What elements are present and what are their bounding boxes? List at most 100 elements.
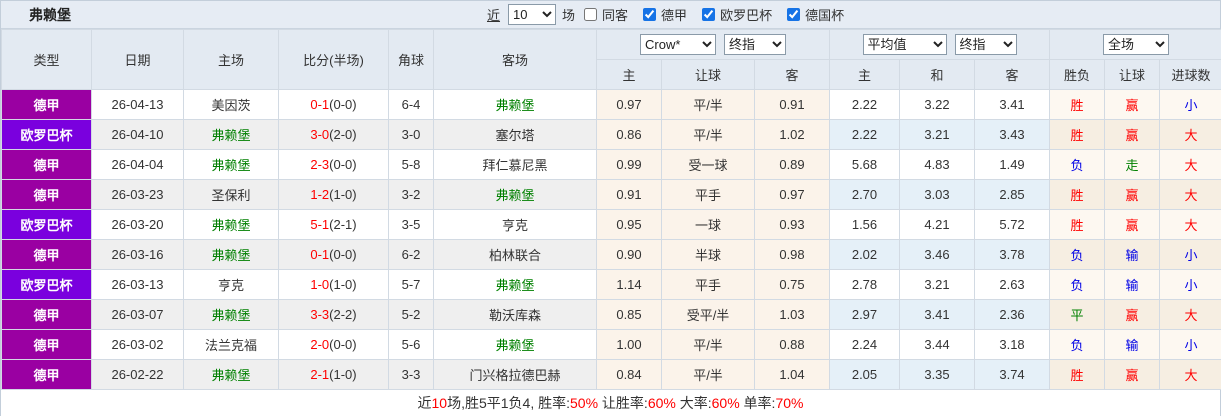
home-team-link[interactable]: 弗赖堡 <box>184 240 279 270</box>
match-date: 26-03-02 <box>92 330 184 360</box>
result-goals: 大 <box>1160 180 1221 210</box>
table-row: 德甲 26-04-13 美因茨 0-1(0-0) 6-4 弗赖堡 0.97 平/… <box>2 90 1221 120</box>
col-header-home: 主场 <box>184 30 279 90</box>
home-team-link[interactable]: 弗赖堡 <box>184 360 279 390</box>
league-badge: 欧罗巴杯 <box>2 210 92 240</box>
table-row: 德甲 26-03-02 法兰克福 2-0(0-0) 5-6 弗赖堡 1.00 平… <box>2 330 1221 360</box>
fulltime-score: 2-0 <box>310 337 329 352</box>
col-header-avg-away: 客 <box>975 60 1050 90</box>
halftime-score: (2-0) <box>329 127 356 142</box>
away-team-link[interactable]: 弗赖堡 <box>434 330 597 360</box>
avg-source-select[interactable]: 平均值 <box>863 34 947 55</box>
odds-group-header: Crow* 终指 <box>597 30 830 60</box>
fulltime-score: 5-1 <box>310 217 329 232</box>
away-team-link[interactable]: 亨克 <box>434 210 597 240</box>
fulltime-score: 2-3 <box>310 157 329 172</box>
odds-home-value: 1.14 <box>597 270 662 300</box>
table-row: 欧罗巴杯 26-03-13 亨克 1-0(1-0) 5-7 弗赖堡 1.14 平… <box>2 270 1221 300</box>
odds-home-value: 0.99 <box>597 150 662 180</box>
result-goals: 小 <box>1160 330 1221 360</box>
avg-home-odds: 2.02 <box>830 240 900 270</box>
away-team-link[interactable]: 塞尔塔 <box>434 120 597 150</box>
match-date: 26-03-23 <box>92 180 184 210</box>
halftime-score: (2-1) <box>329 217 356 232</box>
league-filter-europa-checkbox[interactable] <box>702 8 715 21</box>
away-team-link[interactable]: 弗赖堡 <box>434 180 597 210</box>
table-row: 德甲 26-03-16 弗赖堡 0-1(0-0) 6-2 柏林联合 0.90 半… <box>2 240 1221 270</box>
score-cell: 1-0(1-0) <box>279 270 389 300</box>
result-goals: 大 <box>1160 120 1221 150</box>
avg-away-odds: 3.78 <box>975 240 1050 270</box>
league-filter-dfb-pokal-checkbox[interactable] <box>787 8 800 21</box>
result-wdl: 胜 <box>1050 90 1105 120</box>
home-team-link[interactable]: 弗赖堡 <box>184 210 279 240</box>
score-cell: 0-1(0-0) <box>279 90 389 120</box>
odd-rate-label: 单率: <box>740 395 776 411</box>
odds-home-value: 0.86 <box>597 120 662 150</box>
home-team-link[interactable]: 弗赖堡 <box>184 120 279 150</box>
score-cell: 2-3(0-0) <box>279 150 389 180</box>
score-cell: 3-0(2-0) <box>279 120 389 150</box>
result-wdl: 平 <box>1050 300 1105 330</box>
col-header-goals: 进球数 <box>1160 60 1221 90</box>
league-badge: 欧罗巴杯 <box>2 270 92 300</box>
result-wdl: 负 <box>1050 270 1105 300</box>
odds-home-value: 0.85 <box>597 300 662 330</box>
home-team-link[interactable]: 美因茨 <box>184 90 279 120</box>
home-team-link[interactable]: 圣保利 <box>184 180 279 210</box>
away-team-link[interactable]: 柏林联合 <box>434 240 597 270</box>
away-team-link[interactable]: 弗赖堡 <box>434 90 597 120</box>
halftime-score: (0-0) <box>329 337 356 352</box>
scope-select[interactable]: 全场 <box>1103 34 1169 55</box>
home-team-link[interactable]: 亨克 <box>184 270 279 300</box>
fulltime-score: 0-1 <box>310 247 329 262</box>
avg-home-odds: 2.22 <box>830 120 900 150</box>
odds-company-select[interactable]: Crow* <box>640 34 716 55</box>
league-badge: 德甲 <box>2 150 92 180</box>
fulltime-score: 1-0 <box>310 277 329 292</box>
away-team-link[interactable]: 勒沃库森 <box>434 300 597 330</box>
avg-away-odds: 3.41 <box>975 90 1050 120</box>
avg-away-odds: 3.74 <box>975 360 1050 390</box>
result-handicap: 赢 <box>1105 210 1160 240</box>
col-header-cover: 让球 <box>1105 60 1160 90</box>
score-cell: 5-1(2-1) <box>279 210 389 240</box>
odds-home-value: 1.00 <box>597 330 662 360</box>
result-handicap: 输 <box>1105 330 1160 360</box>
match-count-select[interactable]: 10 <box>508 4 556 25</box>
over-rate-label: 大率: <box>676 395 712 411</box>
home-team-link[interactable]: 弗赖堡 <box>184 150 279 180</box>
result-handicap: 输 <box>1105 270 1160 300</box>
odds-away-value: 0.75 <box>755 270 830 300</box>
away-team-link[interactable]: 拜仁慕尼黑 <box>434 150 597 180</box>
home-team-link[interactable]: 法兰克福 <box>184 330 279 360</box>
avg-away-odds: 3.18 <box>975 330 1050 360</box>
corners-cell: 3-2 <box>389 180 434 210</box>
away-team-link[interactable]: 弗赖堡 <box>434 270 597 300</box>
col-header-avg-draw: 和 <box>900 60 975 90</box>
same-away-checkbox[interactable] <box>584 8 597 21</box>
avg-draw-odds: 3.35 <box>900 360 975 390</box>
league-filter-dfb-pokal-label: 德国杯 <box>805 5 844 24</box>
odds-home-value: 0.90 <box>597 240 662 270</box>
corners-cell: 6-4 <box>389 90 434 120</box>
halftime-score: (0-0) <box>329 97 356 112</box>
home-team-link[interactable]: 弗赖堡 <box>184 300 279 330</box>
avg-home-odds: 2.70 <box>830 180 900 210</box>
col-header-wdl: 胜负 <box>1050 60 1105 90</box>
near-link[interactable]: 近 <box>487 5 500 24</box>
result-wdl: 负 <box>1050 240 1105 270</box>
away-team-link[interactable]: 门兴格拉德巴赫 <box>434 360 597 390</box>
handicap-rate-value: 60% <box>648 395 676 411</box>
avg-stage-select[interactable]: 终指 <box>955 34 1017 55</box>
odds-away-value: 0.89 <box>755 150 830 180</box>
result-goals: 大 <box>1160 210 1221 240</box>
halftime-score: (0-0) <box>329 247 356 262</box>
table-row: 德甲 26-04-04 弗赖堡 2-3(0-0) 5-8 拜仁慕尼黑 0.99 … <box>2 150 1221 180</box>
avg-home-odds: 2.22 <box>830 90 900 120</box>
league-filter-bundesliga-checkbox[interactable] <box>643 8 656 21</box>
odds-handicap-value: 受一球 <box>662 150 755 180</box>
odds-home-value: 0.84 <box>597 360 662 390</box>
odds-stage-select[interactable]: 终指 <box>724 34 786 55</box>
corners-cell: 6-2 <box>389 240 434 270</box>
